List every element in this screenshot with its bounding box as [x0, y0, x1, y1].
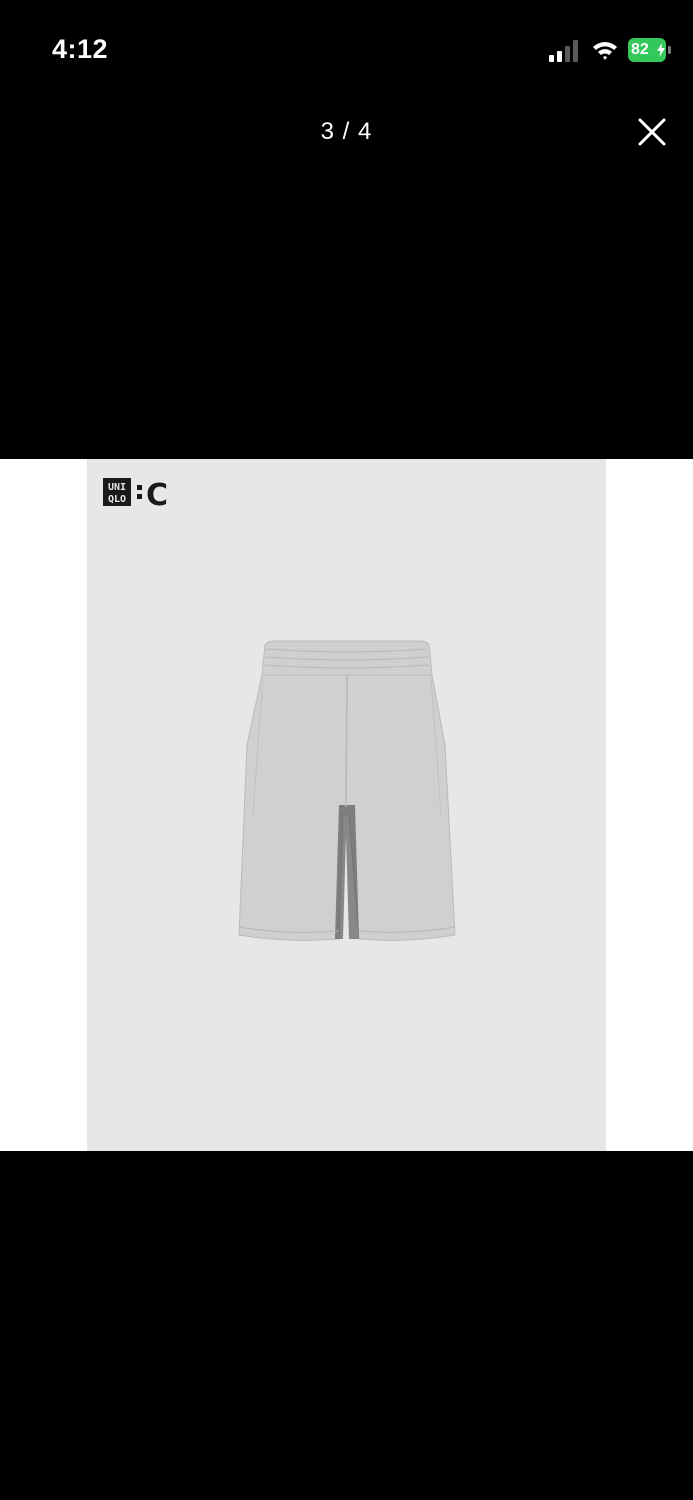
sweat-shorts-photo [238, 640, 456, 941]
battery-tip [668, 46, 671, 54]
image-frame: UNI QLO C [0, 459, 693, 1151]
uniqlo-c-logo: UNI QLO C [103, 478, 168, 509]
signal-icon [549, 40, 578, 62]
image-page-counter: 3 / 4 [320, 118, 373, 145]
wifi-icon [593, 42, 617, 60]
close-button[interactable] [628, 108, 676, 156]
status-time: 4:12 [52, 34, 109, 64]
close-icon [638, 118, 666, 146]
svg-text:QLO: QLO [108, 494, 126, 505]
status-bar: 4:12 82 [0, 0, 693, 100]
svg-text:UNI: UNI [108, 482, 126, 493]
product-image[interactable]: UNI QLO C [87, 459, 606, 1151]
charging-bolt-icon [657, 43, 665, 57]
battery-icon: 82 [628, 38, 672, 62]
svg-text:C: C [146, 478, 168, 509]
